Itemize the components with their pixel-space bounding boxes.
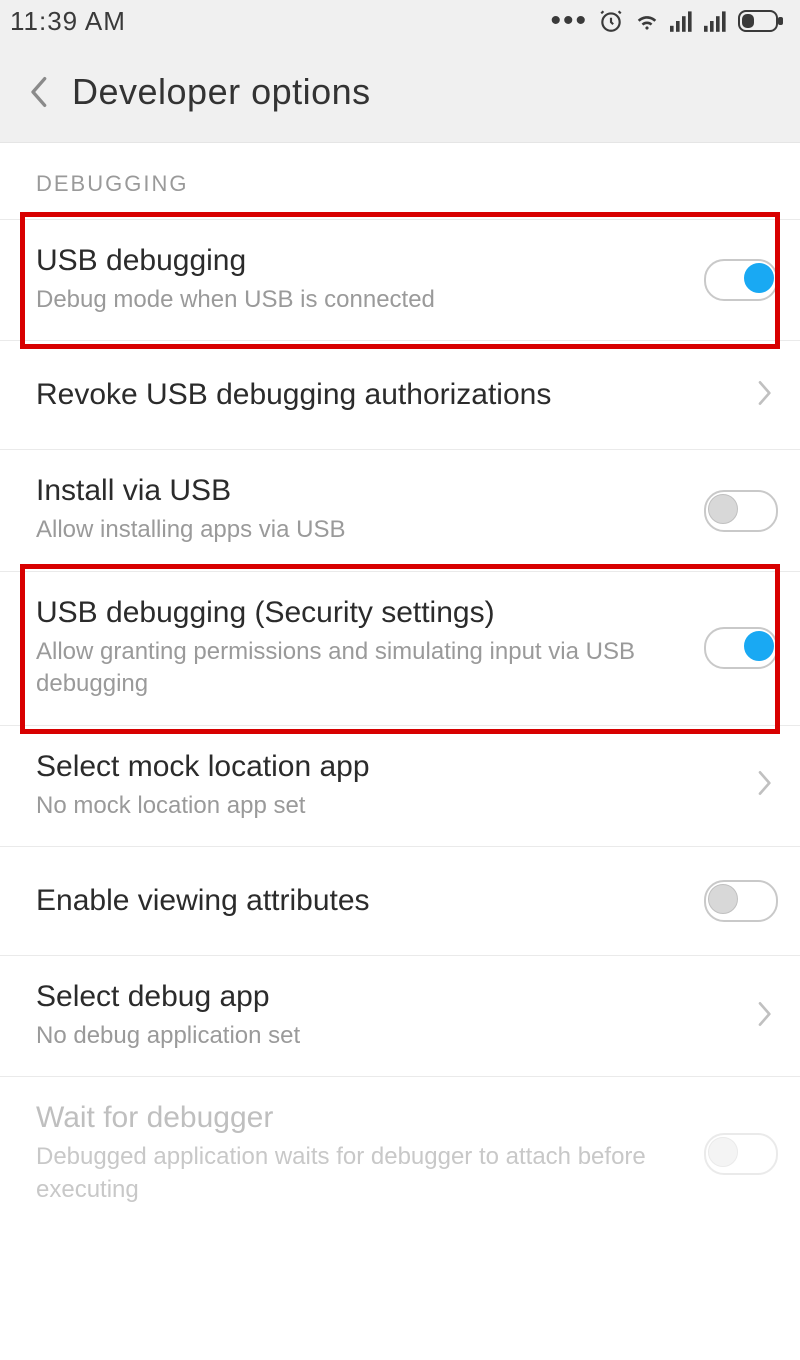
- alarm-icon: [598, 8, 624, 34]
- row-wait-for-debugger: Wait for debugger Debugged application w…: [0, 1077, 800, 1230]
- row-title: Wait for debugger: [36, 1101, 690, 1135]
- row-revoke-usb-authorizations[interactable]: Revoke USB debugging authorizations: [0, 341, 800, 450]
- row-title: Install via USB: [36, 474, 690, 508]
- wifi-icon: [634, 10, 660, 32]
- row-title: Select mock location app: [36, 750, 742, 784]
- chevron-right-icon: [756, 1000, 778, 1033]
- chevron-left-icon: [28, 75, 48, 109]
- section-header-debugging: DEBUGGING: [0, 143, 800, 220]
- toggle-wait-for-debugger: [704, 1133, 778, 1175]
- signal-icon-1: [670, 10, 694, 32]
- toggle-usb-debugging[interactable]: [704, 259, 778, 301]
- toggle-install-via-usb[interactable]: [704, 490, 778, 532]
- status-time: 11:39 AM: [10, 6, 126, 37]
- row-title: Select debug app: [36, 980, 742, 1014]
- row-enable-viewing-attributes[interactable]: Enable viewing attributes: [0, 847, 800, 956]
- chevron-right-icon: [756, 379, 778, 412]
- more-icon: •••: [550, 4, 588, 38]
- row-select-mock-location-app[interactable]: Select mock location app No mock locatio…: [0, 726, 800, 847]
- battery-icon: [738, 10, 784, 32]
- status-bar: 11:39 AM •••: [0, 0, 800, 42]
- row-select-debug-app[interactable]: Select debug app No debug application se…: [0, 956, 800, 1077]
- toggle-usb-debugging-security[interactable]: [704, 627, 778, 669]
- row-subtitle: Allow installing apps via USB: [36, 514, 690, 546]
- app-bar: Developer options: [0, 42, 800, 143]
- row-usb-debugging-security[interactable]: USB debugging (Security settings) Allow …: [0, 572, 800, 726]
- page-title: Developer options: [72, 71, 371, 113]
- row-subtitle: No debug application set: [36, 1020, 742, 1052]
- signal-icon-2: [704, 10, 728, 32]
- row-title: USB debugging: [36, 244, 690, 278]
- chevron-right-icon: [756, 769, 778, 802]
- settings-list: DEBUGGING USB debugging Debug mode when …: [0, 143, 800, 1230]
- toggle-viewing-attributes[interactable]: [704, 880, 778, 922]
- back-button[interactable]: [18, 72, 58, 112]
- row-subtitle: No mock location app set: [36, 790, 742, 822]
- row-subtitle: Allow granting permissions and simulatin…: [36, 636, 690, 701]
- row-subtitle: Debug mode when USB is connected: [36, 284, 690, 316]
- status-icons: •••: [550, 4, 784, 38]
- row-title: USB debugging (Security settings): [36, 596, 690, 630]
- row-title: Revoke USB debugging authorizations: [36, 378, 742, 412]
- row-usb-debugging[interactable]: USB debugging Debug mode when USB is con…: [0, 220, 800, 341]
- row-subtitle: Debugged application waits for debugger …: [36, 1141, 690, 1206]
- row-install-via-usb[interactable]: Install via USB Allow installing apps vi…: [0, 450, 800, 571]
- row-title: Enable viewing attributes: [36, 884, 690, 918]
